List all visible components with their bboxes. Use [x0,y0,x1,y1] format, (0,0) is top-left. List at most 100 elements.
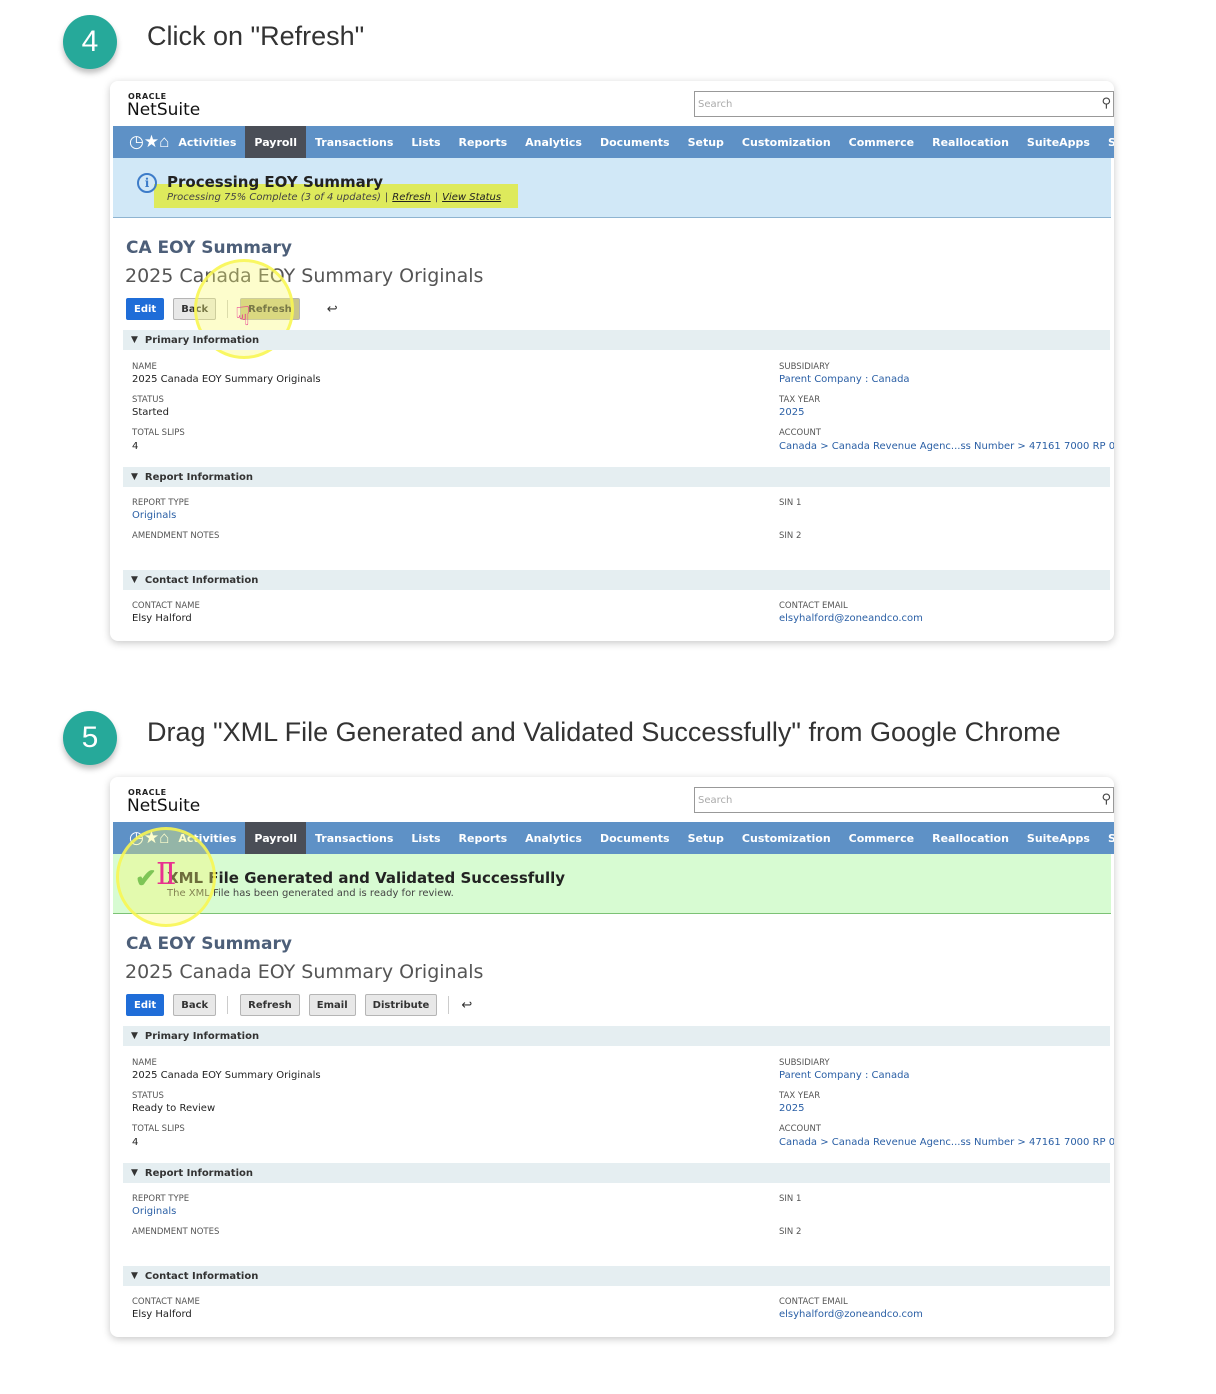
chevron-down-icon[interactable]: ▼ [131,1031,138,1041]
nav-customization[interactable]: Customization [733,126,840,158]
name-value: 2025 Canada EOY Summary Originals [132,1070,321,1081]
banner-progress: Processing 75% Complete (3 of 4 updates)… [167,192,501,203]
nav-reallocation[interactable]: Reallocation [923,126,1018,158]
view-status-link[interactable]: View Status [442,192,501,203]
edit-button[interactable]: Edit [126,994,165,1016]
chevron-down-icon[interactable]: ▼ [131,472,138,482]
section-contact-information[interactable]: ▼ Contact Information [123,1266,1110,1286]
chevron-down-icon[interactable]: ▼ [131,1168,138,1178]
netsuite-logo[interactable]: NetSuite [127,796,200,816]
report-type-link[interactable]: Originals [132,1206,176,1217]
contact-name-label: CONTACT NAME [132,601,200,611]
total-slips-label: TOTAL SLIPS [132,428,185,438]
nav-commerce[interactable]: Commerce [840,822,923,854]
record-title: 2025 Canada EOY Summary Originals [125,265,484,287]
banner-title: Processing EOY Summary [167,173,383,191]
name-value: 2025 Canada EOY Summary Originals [132,374,321,385]
subsidiary-label: SUBSIDIARY [779,1058,830,1068]
section-title: Report Information [144,471,253,483]
search-icon[interactable]: ⚲ [1101,792,1111,807]
nav-suiteapps[interactable]: SuiteApps [1018,126,1099,158]
nav-reallocation[interactable]: Reallocation [923,822,1018,854]
recent-icon[interactable]: ◷ [129,132,144,152]
nav-lists[interactable]: Lists [402,126,449,158]
nav-payroll[interactable]: Payroll [245,822,306,854]
nav-documents[interactable]: Documents [591,126,679,158]
more-actions-icon[interactable]: ↩ [461,997,472,1013]
tax-year-label: TAX YEAR [779,395,821,405]
more-actions-icon[interactable]: ↩ [327,301,338,317]
tax-year-link[interactable]: 2025 [779,407,804,418]
subsidiary-link[interactable]: Parent Company : Canada [779,374,910,385]
contact-name-value: Elsy Halford [132,613,192,624]
account-link[interactable]: Canada > Canada Revenue Agenc...ss Numbe… [779,441,1114,452]
name-label: NAME [132,1058,157,1068]
sin1-label: SIN 1 [779,1194,802,1204]
contact-email-label: CONTACT EMAIL [779,601,848,611]
chevron-down-icon[interactable]: ▼ [131,575,138,585]
edit-button[interactable]: Edit [126,298,165,320]
nav-payroll[interactable]: Payroll [245,126,306,158]
chevron-down-icon[interactable]: ▼ [131,1271,138,1281]
nav-setup[interactable]: Setup [679,822,733,854]
nav-reports[interactable]: Reports [450,126,517,158]
refresh-button[interactable]: Refresh [240,994,300,1016]
progress-text: Processing 75% Complete (3 of 4 updates) [167,192,381,203]
sin1-label: SIN 1 [779,498,802,508]
section-title: Contact Information [144,1270,259,1282]
nav-transactions[interactable]: Transactions [306,822,402,854]
banner-refresh-link[interactable]: Refresh [392,192,430,203]
home-icon[interactable]: ⌂ [159,132,169,152]
subsidiary-label: SUBSIDIARY [779,362,830,372]
contact-email-link[interactable]: elsyhalford@zoneandco.com [779,1309,923,1320]
nav-analytics[interactable]: Analytics [516,126,591,158]
nav-support[interactable]: Supp [1099,126,1114,158]
section-title: Contact Information [144,574,259,586]
section-primary-information[interactable]: ▼ Primary Information [123,330,1110,350]
page-title: CA EOY Summary [126,934,292,954]
chevron-down-icon[interactable]: ▼ [131,335,138,345]
nav-analytics[interactable]: Analytics [516,822,591,854]
back-button[interactable]: Back [173,994,217,1016]
banner-title[interactable]: XML File Generated and Validated Success… [167,869,565,887]
section-report-information[interactable]: ▼ Report Information [123,467,1110,487]
contact-email-link[interactable]: elsyhalford@zoneandco.com [779,613,923,624]
total-slips-label: TOTAL SLIPS [132,1124,185,1134]
nav-commerce[interactable]: Commerce [840,126,923,158]
button-divider [448,996,450,1014]
main-navigation: ◷ ★ ⌂ Activities Payroll Transactions Li… [113,822,1114,854]
processing-banner: i Processing EOY Summary Processing 75% … [113,158,1111,218]
nav-lists[interactable]: Lists [402,822,449,854]
account-link[interactable]: Canada > Canada Revenue Agenc...ss Numbe… [779,1137,1114,1148]
page-title: CA EOY Summary [126,238,292,258]
report-type-link[interactable]: Originals [132,510,176,521]
separator: | [384,192,389,203]
section-contact-information[interactable]: ▼ Contact Information [123,570,1110,590]
search-placeholder: Search [698,795,733,806]
section-report-information[interactable]: ▼ Report Information [123,1163,1110,1183]
nav-documents[interactable]: Documents [591,822,679,854]
tax-year-link[interactable]: 2025 [779,1103,804,1114]
section-title: Report Information [144,1167,253,1179]
nav-activities[interactable]: Activities [169,126,245,158]
subsidiary-link[interactable]: Parent Company : Canada [779,1070,910,1081]
nav-suiteapps[interactable]: SuiteApps [1018,822,1099,854]
nav-transactions[interactable]: Transactions [306,126,402,158]
global-search-input[interactable]: Search ⚲ [694,787,1114,813]
step-instruction: Click on "Refresh" [147,21,365,51]
favorites-icon[interactable]: ★ [144,132,159,152]
nav-customization[interactable]: Customization [733,822,840,854]
nav-support[interactable]: Supp [1099,822,1114,854]
email-button[interactable]: Email [308,994,356,1016]
search-icon[interactable]: ⚲ [1101,96,1111,111]
status-value: Ready to Review [132,1103,216,1114]
distribute-button[interactable]: Distribute [364,994,438,1016]
global-search-input[interactable]: Search ⚲ [694,91,1114,117]
separator: | [434,192,439,203]
nav-setup[interactable]: Setup [679,126,733,158]
netsuite-header: ORACLE NetSuite Search ⚲ [110,777,1114,822]
netsuite-logo[interactable]: NetSuite [127,100,200,120]
section-primary-information[interactable]: ▼ Primary Information [123,1026,1110,1046]
nav-reports[interactable]: Reports [450,822,517,854]
name-label: NAME [132,362,157,372]
